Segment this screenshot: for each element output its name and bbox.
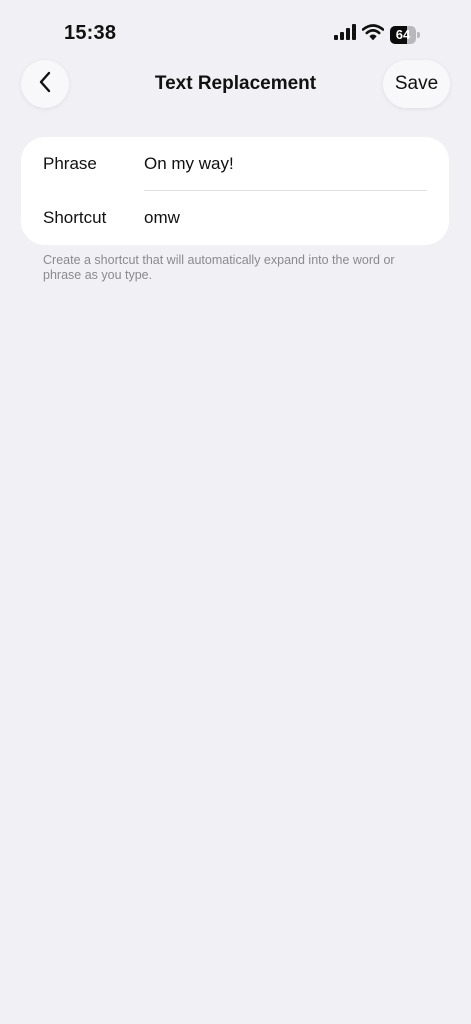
phrase-input[interactable] [144, 151, 424, 177]
status-time: 15:38 [64, 22, 117, 44]
battery-level: 64 [395, 26, 411, 42]
shortcut-input[interactable] [144, 205, 424, 231]
battery-cap [417, 31, 420, 38]
shortcut-row[interactable]: Shortcut [21, 191, 449, 245]
phrase-label: Phrase [43, 154, 97, 173]
wifi-icon [361, 24, 385, 45]
footnote-text: Create a shortcut that will automaticall… [43, 253, 395, 282]
chevron-left-icon [38, 71, 52, 98]
status-bar: 15:38 64 [0, 0, 471, 60]
save-button[interactable]: Save [383, 60, 450, 108]
text-replacement-form: Phrase Shortcut [21, 137, 449, 245]
status-icons: 64 [334, 24, 420, 45]
navigation-bar: Text Replacement Save [0, 60, 471, 110]
battery-icon: 64 [390, 25, 420, 44]
battery-body: 64 [390, 25, 416, 44]
back-button[interactable] [21, 60, 69, 108]
signal-icon [334, 24, 356, 45]
phrase-row[interactable]: Phrase [21, 137, 449, 191]
shortcut-label: Shortcut [43, 208, 107, 227]
